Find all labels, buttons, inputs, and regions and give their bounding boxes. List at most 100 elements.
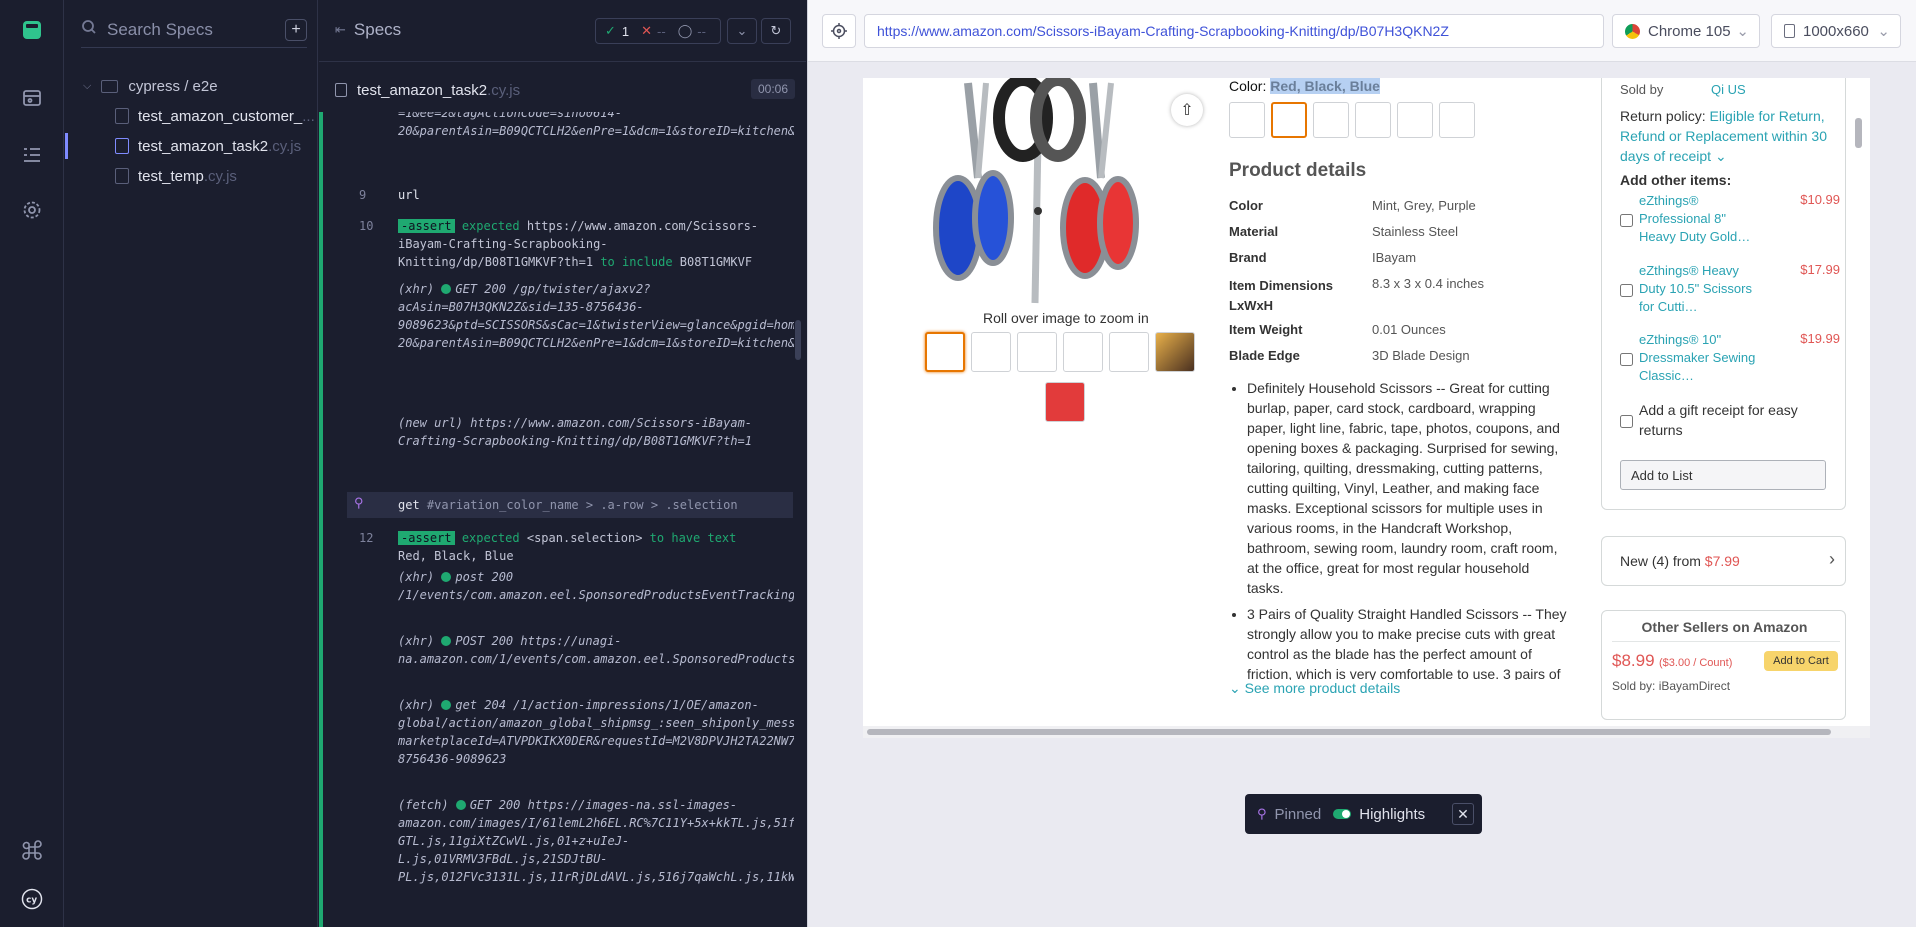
close-icon[interactable]: ✕	[1452, 803, 1474, 825]
thumbnail[interactable]	[1045, 382, 1085, 422]
log-assert-url[interactable]: -assert expected https://www.amazon.com/…	[398, 217, 768, 271]
addon-name[interactable]: eZthings® 10" Dressmaker Sewing Classic…	[1639, 331, 1764, 385]
product-image[interactable]	[923, 78, 1153, 308]
thumbnail[interactable]	[925, 332, 965, 372]
xhr-prefix: (xhr)	[398, 634, 435, 648]
see-more-link[interactable]: ⌄ See more product details	[1229, 680, 1400, 697]
add-to-list-button[interactable]: Add to List	[1620, 460, 1826, 490]
sidebar-rail: cy	[0, 0, 64, 927]
thumbnail[interactable]	[1109, 332, 1149, 372]
sold-by-link[interactable]: Qi US	[1711, 82, 1746, 97]
detail-row: Color Mint, Grey, Purple	[1229, 198, 1476, 213]
log-xhr[interactable]: (xhr) POST 200 https://unagi-na.amazon.c…	[398, 632, 794, 668]
runs-icon[interactable]	[18, 141, 46, 169]
chevron-down-icon[interactable]: ⌄	[727, 18, 757, 44]
vertical-scrollbar[interactable]	[1855, 118, 1862, 148]
collapse-icon[interactable]: ⇤	[335, 22, 346, 38]
spec-file-ext: .cy.js	[203, 167, 237, 185]
gift-receipt-checkbox[interactable]	[1620, 403, 1633, 440]
search-icon	[81, 19, 101, 40]
spec-search[interactable]: Search Specs +	[81, 12, 307, 48]
url-bar: https://www.amazon.com/Scissors-iBayam-C…	[808, 0, 1916, 62]
log-xhr[interactable]: (xhr) post 200 /1/events/com.amazon.eel.…	[398, 568, 794, 604]
details-table: Color Mint, Grey, Purple Material Stainles…	[1229, 198, 1529, 363]
thumbnail[interactable]	[1017, 332, 1057, 372]
addon-checkbox[interactable]	[1620, 334, 1633, 385]
spec-file-row-active[interactable]: test_amazon_task2 .cy.js	[65, 131, 318, 161]
log-line-fragment[interactable]: =1&ee=2&tagActionCode=sino0614-20&parent…	[398, 112, 794, 140]
url-field[interactable]: https://www.amazon.com/Scissors-iBayam-C…	[864, 14, 1604, 48]
keyboard-shortcut-icon[interactable]	[18, 836, 46, 864]
detail-value: 3D Blade Design	[1372, 348, 1470, 363]
spec-file-name: test_amazon_customer_	[138, 107, 303, 125]
assert-value: Red, Black, Blue	[398, 549, 514, 563]
log-assert-text[interactable]: -assert expected <span.selection> to hav…	[398, 529, 768, 565]
specs-panel: Search Specs + ⌵ cypress / e2e test_amaz…	[65, 0, 318, 927]
browser-selector[interactable]: Chrome 105 ⌄	[1612, 14, 1760, 48]
detail-row: Blade Edge 3D Blade Design	[1229, 348, 1470, 363]
color-swatch[interactable]	[1313, 102, 1349, 138]
scrollbar-thumb[interactable]	[867, 729, 1831, 735]
assert-subject: <span.selection>	[526, 531, 643, 545]
scrollbar[interactable]	[795, 320, 801, 360]
spec-file-row[interactable]: test_amazon_customer_...	[65, 101, 318, 131]
cypress-cy-icon[interactable]: cy	[17, 884, 47, 914]
chevron-down-icon: ⌄	[1877, 23, 1890, 40]
log-fetch[interactable]: (fetch) GET 200 https://images-na.ssl-im…	[398, 796, 794, 886]
active-indicator	[65, 133, 68, 159]
viewport-label: 1000x660	[1803, 22, 1869, 40]
detail-row: Material Stainless Steel	[1229, 224, 1458, 239]
color-swatch[interactable]	[1397, 102, 1433, 138]
color-swatch[interactable]	[1229, 102, 1265, 138]
folder-row[interactable]: ⌵ cypress / e2e	[65, 71, 318, 101]
log-new-url[interactable]: (new url) https://www.amazon.com/Scissor…	[398, 414, 768, 450]
status-dot-icon	[441, 572, 452, 582]
detail-value: 8.3 x 3 x 0.4 inches	[1372, 276, 1485, 291]
run-duration: 00:06	[750, 79, 795, 99]
color-swatch[interactable]	[1271, 102, 1307, 138]
settings-icon[interactable]	[18, 196, 46, 224]
specs-icon[interactable]	[18, 84, 46, 112]
add-spec-button[interactable]: +	[285, 18, 307, 41]
xhr-prefix: (xhr)	[398, 282, 435, 296]
log-xhr[interactable]: (xhr) GET 200 /gp/twister/ajaxv2?acAsin=…	[398, 280, 794, 352]
color-label: Color:	[1229, 78, 1267, 94]
log-get-pinned[interactable]: ⚲ get #variation_color_name > .a-row > .…	[347, 492, 793, 518]
thumbnail[interactable]	[1063, 332, 1103, 372]
fetch-detail: GET 200 https://images-na.ssl-images-ama…	[398, 798, 794, 884]
command-list: =1&ee=2&tagActionCode=sino0614-20&parent…	[319, 112, 794, 927]
line-number: 9	[359, 188, 367, 202]
highlights-toggle[interactable]	[1333, 809, 1352, 819]
viewport-selector[interactable]: 1000x660 ⌄	[1771, 14, 1901, 48]
thumbnail[interactable]	[1155, 332, 1195, 372]
addon-checkbox[interactable]	[1620, 265, 1633, 316]
detail-key: Blade Edge	[1229, 348, 1300, 363]
horizontal-scrollbar[interactable]	[863, 726, 1870, 738]
run-file-name: test_amazon_task2	[357, 81, 488, 99]
spec-file-row[interactable]: test_temp .cy.js	[65, 161, 318, 191]
color-swatch[interactable]	[1355, 102, 1391, 138]
add-to-cart-button[interactable]: Add to Cart	[1764, 651, 1838, 671]
share-icon: ⇧	[1180, 102, 1194, 119]
cypress-logo-icon[interactable]	[18, 16, 46, 44]
status-dot-icon	[441, 284, 452, 294]
search-input[interactable]: Search Specs	[107, 20, 285, 40]
log-command-url[interactable]: url	[398, 186, 768, 204]
selector-playground-icon[interactable]	[822, 14, 856, 48]
addon-name[interactable]: eZthings® Heavy Duty 10.5" Scissors for …	[1639, 262, 1764, 316]
command-log: ⇤ Specs ✓ 1 ✕ -- ◯ -- ⌄ ↻ test_amazon_ta…	[319, 0, 806, 927]
addon-checkbox[interactable]	[1620, 195, 1633, 246]
pass-indicator-bar	[319, 112, 323, 927]
log-xhr[interactable]: (xhr) get 204 /1/action-impressions/1/OE…	[398, 696, 794, 768]
addon-name[interactable]: eZthings® Professional 8" Heavy Duty Gol…	[1639, 192, 1764, 246]
thumbnail[interactable]	[971, 332, 1011, 372]
addon-price: $10.99	[1800, 192, 1840, 207]
thumbnail-strip	[925, 332, 1195, 372]
line-number: 12	[359, 531, 374, 545]
new-offers-card[interactable]: New (4) from $7.99 ›	[1601, 536, 1846, 586]
pending-icon: ◯	[677, 23, 693, 38]
rerun-icon[interactable]: ↻	[761, 18, 791, 44]
share-button[interactable]: ⇧	[1171, 94, 1203, 126]
color-swatch[interactable]	[1439, 102, 1475, 138]
status-dot-icon	[455, 800, 466, 810]
